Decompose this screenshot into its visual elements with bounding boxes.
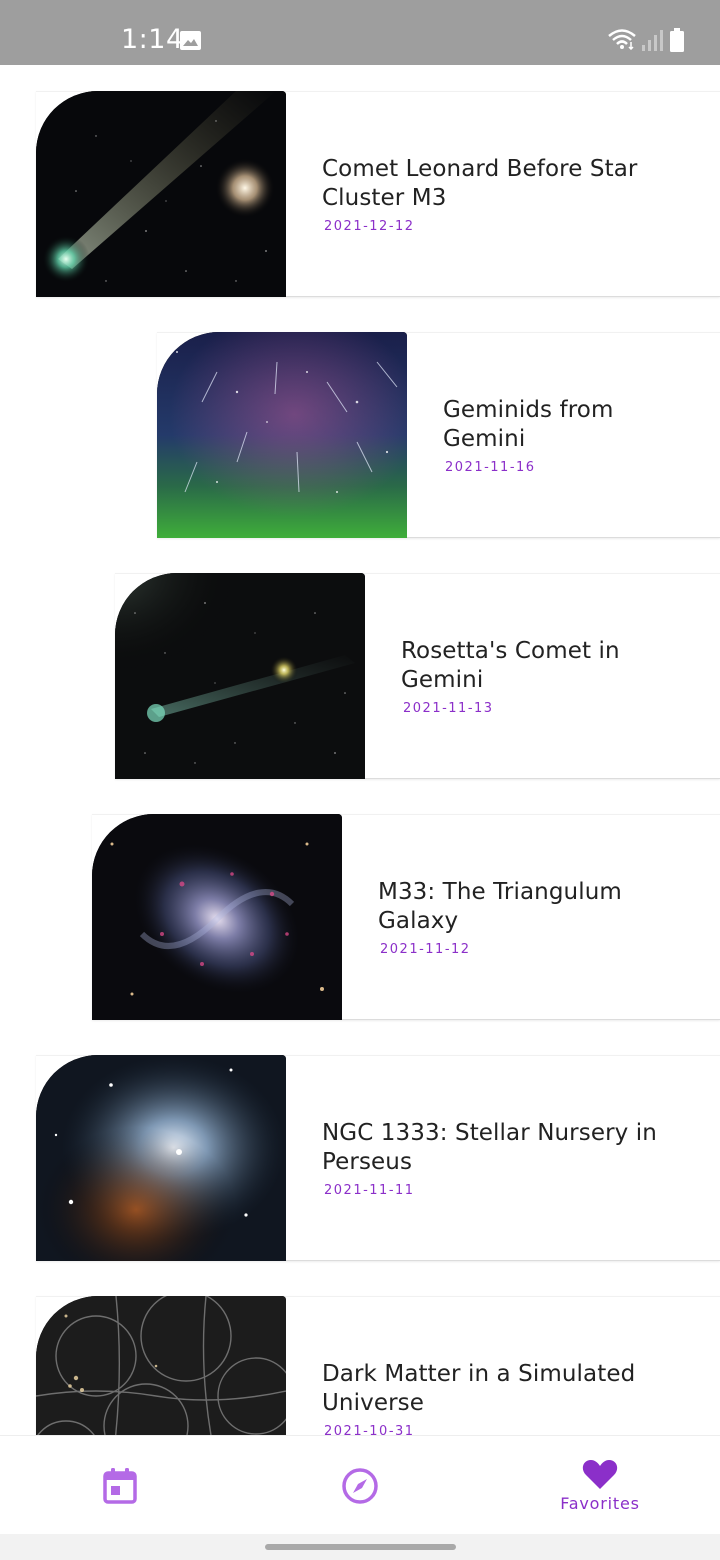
bottom-navigation: Favorites — [0, 1435, 720, 1534]
nav-favorites[interactable]: Favorites — [480, 1436, 720, 1535]
calendar-icon — [103, 1468, 137, 1504]
favorite-title: M33: The Triangulum Galaxy — [378, 878, 622, 934]
favorite-card[interactable]: M33: The Triangulum Galaxy 2021-11-12 — [92, 814, 720, 1020]
favorite-card[interactable]: Geminids from Gemini 2021-11-16 — [157, 332, 720, 538]
favorite-date: 2021-11-12 — [380, 941, 471, 957]
favorites-list[interactable]: Comet Leonard Before Star Cluster M3 202… — [0, 65, 720, 1435]
favorite-card[interactable]: Rosetta's Comet in Gemini 2021-11-13 — [115, 573, 720, 779]
signal-icon — [642, 30, 663, 51]
image-notification-icon — [180, 31, 201, 50]
favorite-card[interactable]: Comet Leonard Before Star Cluster M3 202… — [36, 91, 720, 297]
compass-icon — [342, 1467, 378, 1504]
home-gesture-bar[interactable] — [265, 1544, 456, 1550]
favorite-thumbnail — [36, 1296, 286, 1435]
favorite-card[interactable]: Dark Matter in a Simulated Universe 2021… — [36, 1296, 720, 1435]
favorite-title: NGC 1333: Stellar Nursery in Perseus — [322, 1119, 657, 1175]
heart-icon — [582, 1460, 618, 1489]
gesture-navigation-area — [0, 1534, 720, 1560]
favorite-title: Rosetta's Comet in Gemini — [401, 637, 620, 693]
nav-favorites-label: Favorites — [560, 1494, 640, 1513]
favorite-date: 2021-12-12 — [324, 218, 415, 234]
favorite-thumbnail — [36, 1055, 286, 1261]
nav-calendar[interactable] — [0, 1436, 240, 1535]
favorite-title: Geminids from Gemini — [443, 396, 614, 452]
favorite-title: Dark Matter in a Simulated Universe — [322, 1360, 636, 1416]
status-time: 1:14 — [121, 24, 184, 55]
favorite-thumbnail — [92, 814, 342, 1020]
favorite-thumbnail — [36, 91, 286, 297]
favorite-title: Comet Leonard Before Star Cluster M3 — [322, 155, 638, 211]
battery-icon — [670, 28, 684, 52]
favorite-thumbnail — [115, 573, 365, 779]
status-bar: 1:14 — [0, 0, 720, 65]
favorite-date: 2021-11-16 — [445, 459, 536, 475]
favorite-card[interactable]: NGC 1333: Stellar Nursery in Perseus 202… — [36, 1055, 720, 1261]
wifi-icon — [608, 29, 636, 50]
favorite-date: 2021-11-13 — [403, 700, 494, 716]
favorite-thumbnail — [157, 332, 407, 538]
nav-explore[interactable] — [240, 1436, 480, 1535]
favorite-date: 2021-10-31 — [324, 1423, 415, 1436]
favorite-date: 2021-11-11 — [324, 1182, 415, 1198]
